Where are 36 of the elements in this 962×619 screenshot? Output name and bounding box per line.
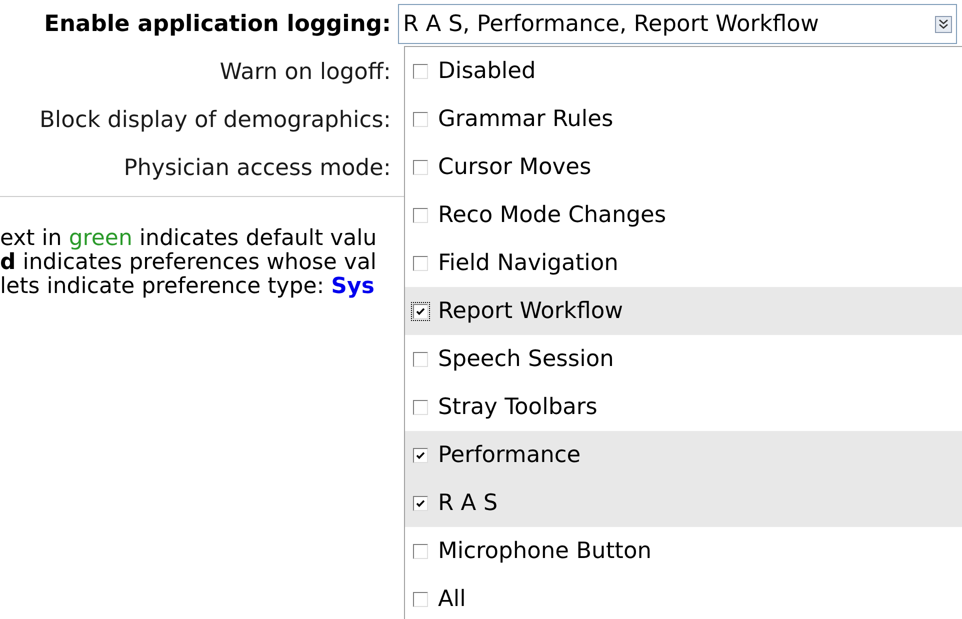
dropdown-option[interactable]: Microphone Button bbox=[405, 527, 962, 575]
checkbox[interactable] bbox=[411, 590, 430, 608]
legend-text: lets indicate preference type: Sys bbox=[0, 275, 374, 299]
checkbox[interactable] bbox=[411, 62, 430, 80]
checkbox[interactable] bbox=[411, 110, 430, 128]
checkbox[interactable] bbox=[411, 446, 430, 464]
field-label: Enable application logging: bbox=[43, 10, 392, 39]
legend-text: d indicates preferences whose val bbox=[0, 251, 377, 275]
checkbox[interactable] bbox=[411, 302, 430, 320]
dropdown-option[interactable]: R A S bbox=[405, 479, 962, 527]
double-chevron-icon[interactable] bbox=[935, 16, 952, 32]
checkbox[interactable] bbox=[411, 206, 430, 224]
checkbox[interactable] bbox=[411, 398, 430, 416]
check-icon bbox=[415, 306, 426, 316]
dropdown-option[interactable]: Disabled bbox=[405, 47, 962, 95]
multiselect-field[interactable]: R A S, Performance, Report Workflow bbox=[398, 4, 957, 44]
dropdown-option[interactable]: Field Navigation bbox=[405, 239, 962, 287]
checkbox[interactable] bbox=[411, 350, 430, 368]
dropdown-option[interactable]: Speech Session bbox=[405, 335, 962, 383]
dropdown-option[interactable]: Stray Toolbars bbox=[405, 383, 962, 431]
check-icon bbox=[415, 450, 426, 460]
dropdown-option[interactable]: Reco Mode Changes bbox=[405, 191, 962, 239]
checkbox[interactable] bbox=[411, 542, 430, 560]
dropdown-option[interactable]: Performance bbox=[405, 431, 962, 479]
dropdown-option[interactable]: Report Workflow bbox=[405, 287, 962, 335]
checkbox[interactable] bbox=[411, 158, 430, 176]
legend-text: ext in green indicates default valu bbox=[0, 227, 377, 251]
checkbox[interactable] bbox=[411, 494, 430, 512]
dropdown-option[interactable]: Cursor Moves bbox=[405, 143, 962, 191]
field-label: Warn on logoff: bbox=[218, 58, 392, 87]
dropdown-option[interactable]: All bbox=[405, 575, 962, 619]
dropdown-option[interactable]: Grammar Rules bbox=[405, 95, 962, 143]
checkbox[interactable] bbox=[411, 254, 430, 272]
field-label: Block display of demographics: bbox=[38, 106, 392, 135]
check-icon bbox=[415, 498, 426, 508]
field-label: Physician access mode: bbox=[122, 154, 392, 183]
